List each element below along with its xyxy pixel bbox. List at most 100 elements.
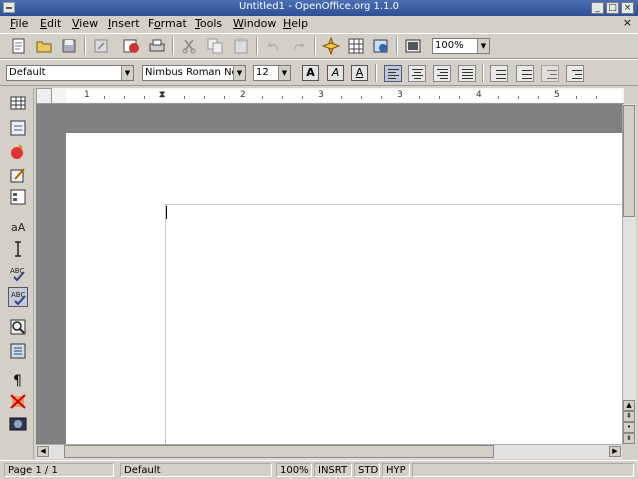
svg-text:¶: ¶ [13,373,22,389]
text-boundary-top [165,204,622,205]
font-name-select[interactable]: Nimbus Roman No9 L ▼ [142,65,246,81]
cut-icon[interactable] [180,37,198,55]
chevron-down-icon[interactable]: ▼ [477,39,489,53]
title-bar: Untitled1 - OpenOffice.org 1.1.0 _ □ × [0,0,638,16]
align-left-button[interactable] [384,65,402,82]
stylist-icon[interactable] [404,37,422,55]
spellcheck-icon[interactable]: ABC [8,264,28,284]
text-boundary-left [165,204,166,444]
chevron-down-icon[interactable]: ▼ [233,66,245,80]
horizontal-scroll-thumb[interactable] [64,445,494,458]
italic-button[interactable]: A [327,65,344,81]
font-size-select[interactable]: 12 ▼ [253,65,291,81]
ruler-label: 2 [240,90,246,100]
scroll-right-button[interactable]: ▶ [609,446,621,457]
draw-functions-icon[interactable] [8,165,28,185]
edit-file-icon[interactable] [10,37,28,55]
decrease-indent-button[interactable] [541,65,559,82]
insert-object-icon[interactable] [8,142,28,162]
nonprinting-chars-icon[interactable]: ¶ [8,369,28,389]
insert-mode-indicator[interactable]: INSRT [314,463,352,477]
data-sources-icon[interactable] [372,37,390,55]
data-sources-toggle-icon[interactable] [8,341,28,361]
document-page[interactable] [66,133,622,444]
graphics-off-icon[interactable] [8,391,28,411]
menu-edit[interactable]: Edit [40,17,61,30]
scroll-left-button[interactable]: ◀ [37,446,49,457]
toolbar-separator [396,37,398,55]
chevron-down-icon[interactable]: ▼ [278,66,290,80]
form-functions-icon[interactable] [8,187,28,207]
close-window-button[interactable]: × [621,2,634,14]
zoom-value: 100% [435,40,464,51]
insert-fields-icon[interactable] [8,118,28,138]
align-right-button[interactable] [433,65,451,82]
minimize-button[interactable]: _ [591,2,604,14]
previous-page-button[interactable]: ⇞ [623,411,635,422]
tab-type-selector[interactable] [36,88,52,104]
edit-mode-icon[interactable] [92,37,110,55]
gallery-icon[interactable] [347,37,365,55]
paste-icon[interactable] [232,37,250,55]
ruler-label: 5 [554,90,560,100]
svg-text:aA: aA [11,221,26,234]
navigation-button[interactable]: • [623,422,635,433]
menu-format[interactable]: Format [148,17,187,30]
bold-button[interactable]: A [302,65,319,81]
underline-button[interactable]: A [351,65,368,81]
selection-mode-indicator[interactable]: STD [354,463,380,477]
next-page-button[interactable]: ⇟ [623,433,635,444]
chevron-down-icon[interactable]: ▼ [121,66,133,80]
open-folder-icon[interactable] [35,37,53,55]
online-layout-icon[interactable] [8,414,28,434]
bullets-button[interactable] [516,65,534,82]
print-icon[interactable] [148,37,166,55]
find-replace-icon[interactable] [8,317,28,337]
copy-icon[interactable] [206,37,224,55]
zoom-indicator[interactable]: 100% [276,463,312,477]
justify-button[interactable] [458,65,476,82]
status-info-area [412,463,634,477]
vertical-scroll-thumb[interactable] [623,105,635,217]
zoom-select[interactable]: 100% ▼ [432,38,490,54]
toolbar-separator [84,37,86,55]
font-size-value: 12 [256,67,269,78]
menu-file[interactable]: File [10,17,28,30]
close-document-button[interactable]: × [623,16,632,29]
maximize-button[interactable]: □ [606,2,619,14]
indent-marker[interactable]: ⧗ [159,90,165,100]
save-icon[interactable] [60,37,78,55]
increase-indent-button[interactable] [566,65,584,82]
redo-icon[interactable] [290,37,308,55]
status-bar: Page 1 / 1 Default 100% INSRT STD HYP [0,460,638,479]
menu-help[interactable]: Help [283,17,308,30]
undo-icon[interactable] [264,37,282,55]
main-toolbar: aA ABC ABC ¶ [0,88,34,460]
formatting-toolbar: Default ▼ Nimbus Roman No9 L ▼ 12 ▼ A A … [0,59,638,86]
export-pdf-icon[interactable] [122,37,140,55]
auto-spellcheck-icon[interactable]: ABC [8,287,28,307]
ruler-label: 3 [397,90,403,100]
menu-view[interactable]: View [72,17,98,30]
menu-window[interactable]: Window [233,17,276,30]
paragraph-style-value: Default [9,67,46,78]
align-center-button[interactable] [408,65,426,82]
page-style-indicator[interactable]: Default [120,463,272,477]
insert-text-field-icon[interactable]: aA [8,216,28,236]
insert-table-icon[interactable] [8,93,28,113]
text-cursor-icon[interactable] [8,239,28,259]
numbering-button[interactable] [490,65,508,82]
ruler-text-area: 1 ⧗ 2 3 3 4 5 [66,90,622,102]
font-name-value: Nimbus Roman No9 L [145,67,246,78]
toolbar-separator [314,37,316,55]
navigator-icon[interactable] [322,37,340,55]
menu-insert[interactable]: Insert [108,17,140,30]
toolbar-separator [172,37,174,55]
ruler-label: 1 [84,90,90,100]
paragraph-style-select[interactable]: Default ▼ [6,65,134,81]
standard-toolbar: 100% ▼ [0,33,638,59]
scroll-up-button[interactable]: ▲ [623,400,635,411]
menu-tools[interactable]: Tools [195,17,222,30]
hyperlink-mode-indicator[interactable]: HYP [382,463,410,477]
page-indicator: Page 1 / 1 [4,463,114,477]
